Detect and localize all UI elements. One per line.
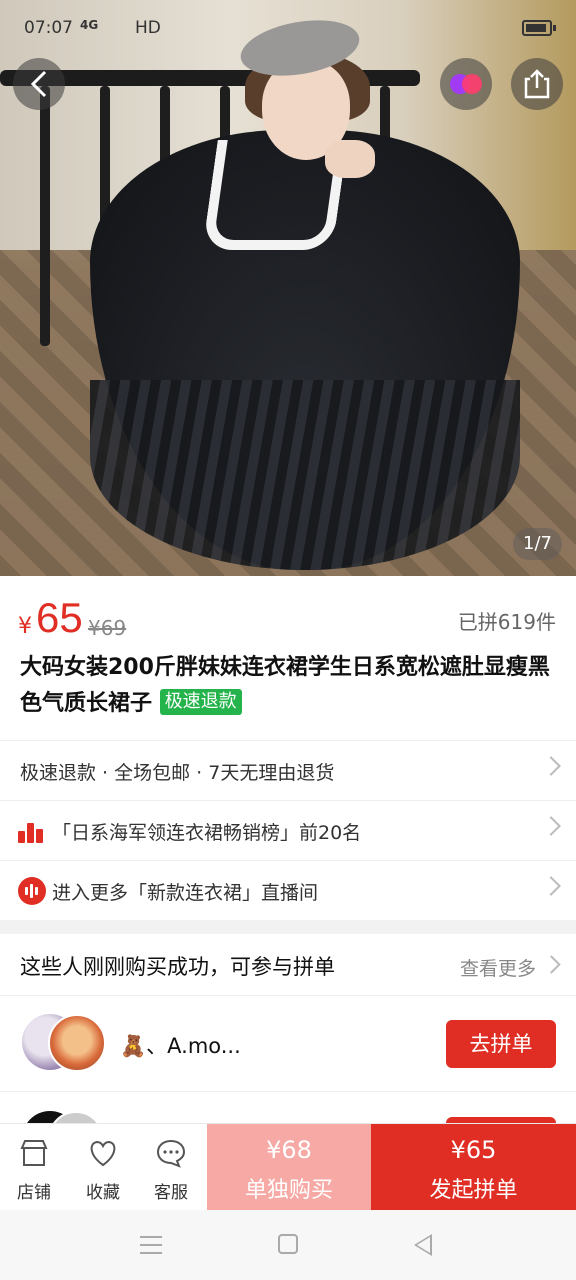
home-icon[interactable] (278, 1234, 298, 1254)
group-buy-entry-partial (0, 1093, 576, 1123)
product-image[interactable]: 07:07 4G HD 1/7 (0, 0, 576, 576)
heart-icon (90, 1140, 116, 1167)
price-original: ¥69 (88, 616, 127, 640)
group-buy-heading: 这些人刚刚购买成功，可参与拼单 (20, 955, 335, 979)
chevron-left-icon (30, 70, 47, 98)
status-bar: 07:07 4G HD (0, 0, 576, 58)
avatar (48, 1014, 106, 1072)
sold-count: 已拼619件 (457, 610, 556, 634)
ranking-row[interactable]: 「日系海军领连衣裙畅销榜」前20名 (0, 800, 576, 860)
refund-tag: 极速退款 (159, 689, 242, 715)
status-time: 07:07 (24, 18, 73, 38)
view-more-link[interactable]: 查看更多 (460, 954, 536, 981)
product-title-text: 大码女装200斤胖妹妹连衣裙学生日系宽松遮肚显瘦黑色气质长裙子 (20, 655, 550, 716)
price-current: 65 (36, 594, 83, 641)
ranking-text: 「日系海军领连衣裙畅销榜」前20名 (52, 822, 362, 844)
back-triangle-icon[interactable] (414, 1234, 432, 1256)
customer-service-button[interactable]: 客服 (137, 1124, 205, 1211)
store-icon (20, 1140, 48, 1166)
image-hand (325, 140, 375, 178)
group-buy-header: 这些人刚刚购买成功，可参与拼单 查看更多 (0, 934, 576, 996)
network-indicator: 4G (80, 18, 99, 32)
live-room-text: 进入更多「新款连衣裙」直播间 (52, 882, 319, 904)
buy-alone-label: 单独购买 (244, 1178, 333, 1203)
brand-logo-icon (450, 74, 482, 94)
image-counter: 1/7 (513, 528, 562, 560)
ranking-icon (18, 817, 44, 843)
chevron-right-icon (541, 816, 561, 836)
brand-logo-button[interactable] (440, 58, 492, 110)
live-room-row[interactable]: 进入更多「新款连衣裙」直播间 (0, 860, 576, 920)
start-group-label: 发起拼单 (429, 1178, 518, 1203)
system-navigation-bar (0, 1210, 576, 1280)
share-icon (524, 69, 550, 99)
chevron-right-icon[interactable] (542, 955, 561, 974)
group-buyer-name: 🧸、A.mo... (120, 1034, 241, 1058)
chat-icon (156, 1139, 186, 1168)
chevron-right-icon (541, 756, 561, 776)
start-group-button[interactable]: ¥65 发起拼单 (371, 1124, 576, 1211)
share-button[interactable] (511, 58, 563, 110)
start-group-price: ¥65 (450, 1136, 497, 1164)
favorite-button[interactable]: 收藏 (69, 1124, 137, 1211)
favorite-label: 收藏 (86, 1183, 120, 1203)
bottom-action-bar: 店铺 收藏 客服 ¥68 单独购买 ¥65 发起拼单 (0, 1123, 576, 1211)
hd-indicator: HD (135, 18, 161, 38)
menu-icon[interactable] (140, 1236, 162, 1254)
price-currency: ¥ (18, 614, 32, 639)
live-stream-icon (18, 877, 46, 905)
service-guarantees-text: 极速退款 · 全场包邮 · 7天无理由退货 (20, 762, 335, 784)
price-row: ¥ 65 ¥69 已拼619件 (0, 576, 576, 646)
store-button[interactable]: 店铺 (0, 1124, 68, 1211)
customer-service-label: 客服 (154, 1183, 188, 1203)
section-divider (0, 920, 576, 934)
product-title: 大码女装200斤胖妹妹连衣裙学生日系宽松遮肚显瘦黑色气质长裙子 极速退款 (20, 650, 560, 722)
buy-alone-button[interactable]: ¥68 单独购买 (207, 1124, 371, 1211)
battery-icon (522, 20, 556, 36)
join-group-button[interactable]: 去拼单 (446, 1020, 556, 1068)
chevron-right-icon (541, 876, 561, 896)
back-button[interactable] (13, 58, 65, 110)
store-label: 店铺 (17, 1183, 51, 1203)
service-guarantees-row[interactable]: 极速退款 · 全场包邮 · 7天无理由退货 (0, 740, 576, 800)
buy-alone-price: ¥68 (266, 1136, 312, 1164)
group-buy-entry: 🧸、A.mo... 去拼单 (0, 996, 576, 1092)
